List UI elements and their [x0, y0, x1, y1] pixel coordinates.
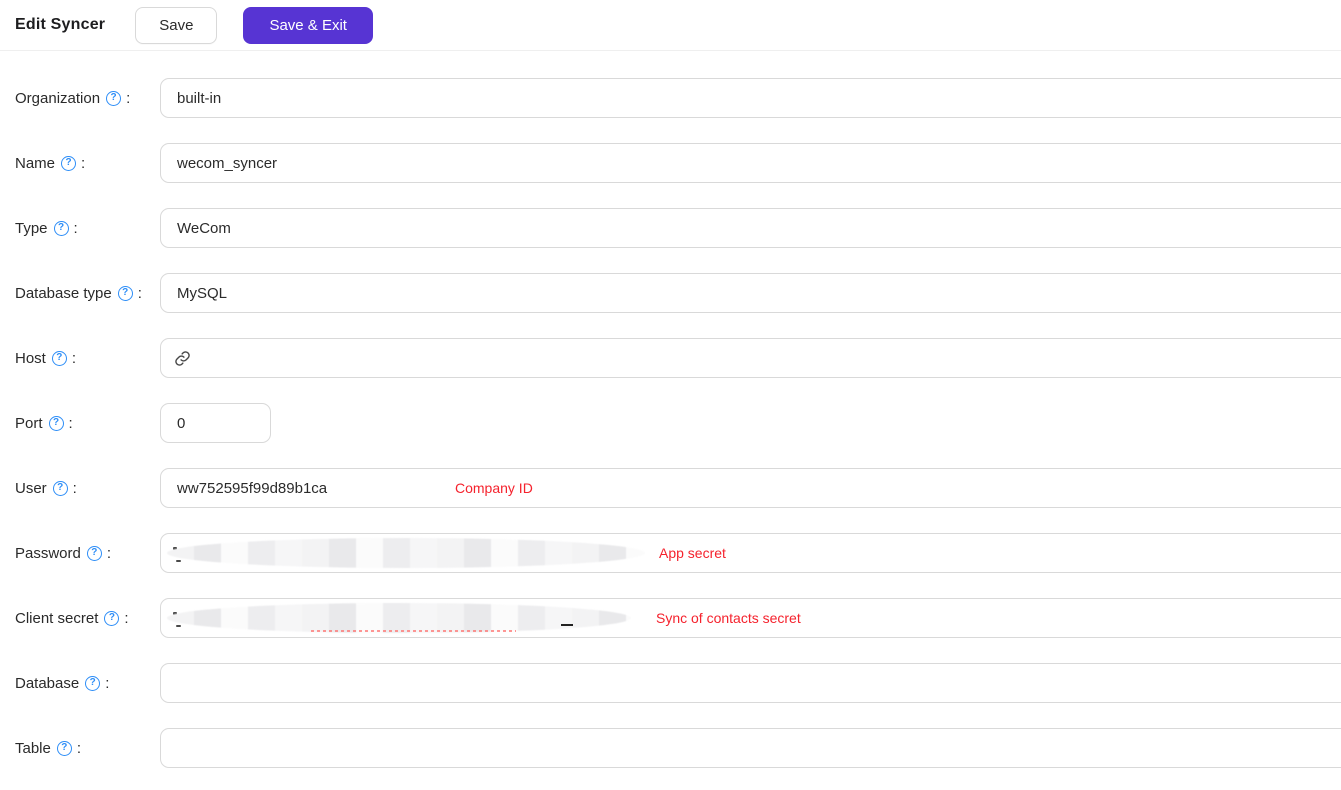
password-label-text: Password [15, 544, 81, 562]
form-row-name: Name ? : [0, 143, 1341, 183]
type-select[interactable] [160, 208, 1341, 248]
form-row-port: Port ? : [0, 403, 1341, 443]
colon: : [137, 284, 142, 302]
user-field-wrap: Company ID [160, 468, 1341, 508]
redaction-blur [167, 603, 631, 633]
help-icon[interactable]: ? [51, 350, 67, 366]
form-row-organization: Organization ? : [0, 78, 1341, 118]
name-input[interactable] [160, 143, 1341, 183]
page-title: Edit Syncer [15, 16, 106, 33]
form-row-database-type: Database type ? : [0, 273, 1341, 313]
table-label: Table ? : [0, 740, 160, 757]
help-icon[interactable]: ? [104, 610, 120, 626]
form-row-password: Password ? : App secret [0, 533, 1341, 573]
organization-label-text: Organization [15, 89, 101, 107]
form-row-database: Database ? : [0, 663, 1341, 703]
help-icon[interactable]: ? [117, 285, 133, 301]
host-input[interactable] [200, 339, 1341, 377]
client-secret-label: Client secret ? : [0, 610, 160, 627]
save-and-exit-button[interactable]: Save & Exit [243, 6, 373, 44]
port-label-text: Port [15, 414, 43, 432]
table-input[interactable] [160, 728, 1341, 768]
help-icon[interactable]: ? [61, 155, 77, 171]
password-input[interactable]: App secret [160, 533, 1341, 573]
database-input[interactable] [160, 663, 1341, 703]
host-field[interactable] [160, 338, 1341, 378]
save-button[interactable]: Save [135, 6, 218, 44]
spellcheck-underline [311, 630, 516, 632]
colon: : [73, 219, 78, 237]
colon: : [71, 349, 77, 367]
type-label: Type ? : [0, 220, 160, 237]
colon: : [105, 674, 110, 692]
help-icon[interactable]: ? [86, 545, 102, 561]
redaction-blur [167, 538, 645, 568]
syncer-edit-form: Organization ? : Name ? : Type ? : Datab… [0, 51, 1341, 768]
redaction-remnant [176, 560, 181, 562]
form-row-host: Host ? : [0, 338, 1341, 378]
password-label: Password ? : [0, 545, 160, 562]
user-label: User ? : [0, 480, 160, 497]
form-row-user: User ? : Company ID [0, 468, 1341, 508]
port-label: Port ? : [0, 415, 160, 432]
database-type-label-text: Database type [15, 284, 112, 302]
form-row-type: Type ? : [0, 208, 1341, 248]
page-header: Edit Syncer Save Save & Exit [0, 0, 1341, 51]
colon: : [124, 609, 129, 627]
help-icon[interactable]: ? [53, 220, 69, 236]
name-label: Name ? : [0, 155, 160, 172]
database-type-select[interactable] [160, 273, 1341, 313]
annotation-app-secret: App secret [659, 545, 726, 561]
help-icon[interactable]: ? [106, 90, 122, 106]
organization-label: Organization ? : [0, 90, 160, 107]
annotation-sync-contacts-secret: Sync of contacts secret [656, 610, 801, 626]
organization-select[interactable] [160, 78, 1341, 118]
port-input[interactable] [160, 403, 271, 443]
redaction-remnant [561, 624, 573, 626]
colon: : [126, 89, 131, 107]
colon: : [81, 154, 86, 172]
form-row-table: Table ? : [0, 728, 1341, 768]
database-label-text: Database [15, 674, 80, 692]
colon: : [106, 544, 112, 562]
host-label-text: Host [15, 349, 46, 367]
table-label-text: Table [15, 739, 51, 757]
user-label-text: User [15, 479, 47, 497]
colon: : [68, 414, 73, 432]
form-row-client-secret: Client secret ? : Sync of contacts secre… [0, 598, 1341, 638]
help-icon[interactable]: ? [56, 740, 72, 756]
host-label: Host ? : [0, 350, 160, 367]
database-type-label: Database type ? : [0, 285, 160, 302]
colon: : [76, 739, 82, 757]
database-label: Database ? : [0, 675, 160, 692]
help-icon[interactable]: ? [52, 480, 68, 496]
type-label-text: Type [15, 219, 48, 237]
user-input[interactable] [160, 468, 1341, 508]
redaction-remnant [176, 625, 181, 627]
name-label-text: Name [15, 154, 56, 172]
link-icon [174, 350, 191, 367]
help-icon[interactable]: ? [85, 675, 101, 691]
client-secret-input[interactable]: Sync of contacts secret [160, 598, 1341, 638]
colon: : [72, 479, 77, 497]
help-icon[interactable]: ? [48, 415, 64, 431]
client-secret-label-text: Client secret [15, 609, 99, 627]
